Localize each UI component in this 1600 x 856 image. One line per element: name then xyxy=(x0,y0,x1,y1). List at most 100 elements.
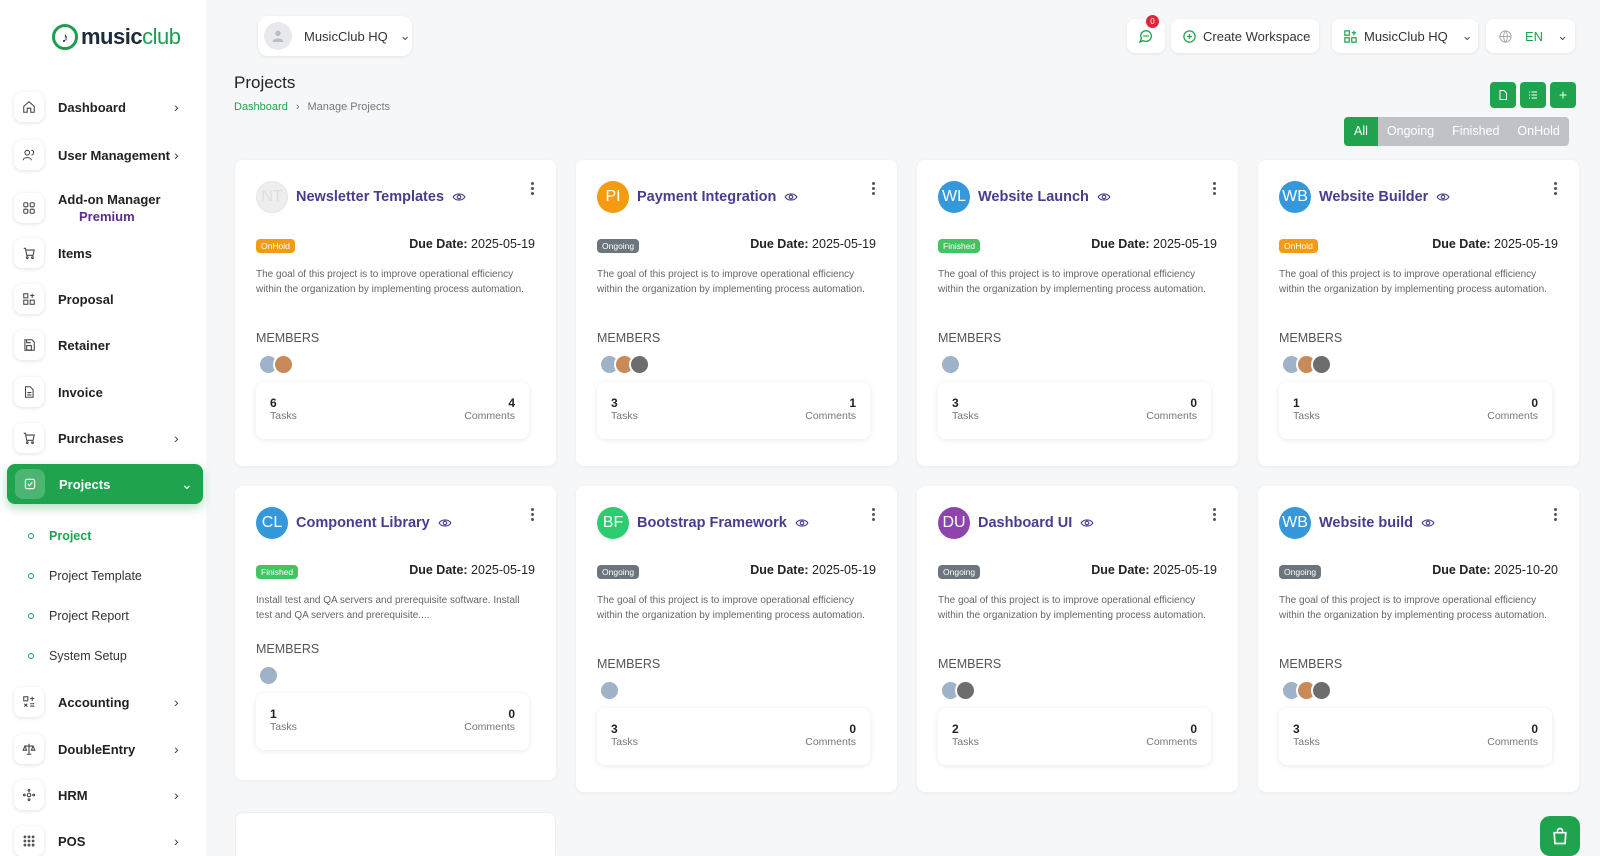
sidebar-subitem-project-report[interactable]: Project Report xyxy=(28,609,129,623)
avatar[interactable] xyxy=(629,354,650,375)
eye-icon[interactable] xyxy=(1436,190,1450,204)
avatar[interactable] xyxy=(940,354,961,375)
avatar[interactable] xyxy=(599,680,620,701)
comments-label: Comments xyxy=(805,410,856,422)
member-avatars xyxy=(1281,680,1332,701)
tasks-stat: 3 Tasks xyxy=(952,396,979,422)
logo[interactable]: ♪ musicclub xyxy=(52,24,181,50)
avatar[interactable] xyxy=(1311,354,1332,375)
chevron-right-icon: › xyxy=(174,147,179,163)
avatar[interactable] xyxy=(955,680,976,701)
list-view-button[interactable] xyxy=(1520,82,1546,108)
project-title-link[interactable]: Payment Integration xyxy=(637,189,776,205)
sidebar-item-proposal[interactable]: Proposal xyxy=(12,278,196,320)
eye-icon[interactable] xyxy=(784,190,798,204)
avatar[interactable] xyxy=(273,354,294,375)
project-title-link[interactable]: Newsletter Templates xyxy=(296,189,444,205)
sidebar-item-doubleentry[interactable]: DoubleEntry › xyxy=(12,728,196,770)
sidebar-item-purchases[interactable]: Purchases › xyxy=(12,417,196,459)
filter-finished[interactable]: Finished xyxy=(1443,117,1508,146)
more-options-icon[interactable] xyxy=(872,182,875,195)
project-title-link[interactable]: Website Launch xyxy=(978,189,1089,205)
project-stats: 3 Tasks 0 Comments xyxy=(938,382,1211,439)
eye-icon[interactable] xyxy=(1421,516,1435,530)
sidebar-item-invoice[interactable]: Invoice xyxy=(12,371,196,413)
sidebar-item-accounting[interactable]: Accounting › xyxy=(12,681,196,723)
logo-text-light: club xyxy=(142,24,181,49)
more-options-icon[interactable] xyxy=(1554,182,1557,195)
due-date-value: 2025-05-19 xyxy=(812,563,876,577)
eye-icon[interactable] xyxy=(452,190,466,204)
chevron-right-icon: › xyxy=(174,694,179,710)
eye-icon[interactable] xyxy=(1080,516,1094,530)
language-selector[interactable]: EN ⌄ xyxy=(1486,19,1575,53)
due-date-value: 2025-05-19 xyxy=(1494,237,1558,251)
users-icon xyxy=(14,140,44,170)
language-label: EN xyxy=(1525,28,1544,44)
project-title-link[interactable]: Website build xyxy=(1319,515,1413,531)
tasks-label: Tasks xyxy=(270,721,297,733)
project-card[interactable]: WL Website Launch Finished Due Date: 202… xyxy=(917,160,1238,466)
project-title-link[interactable]: Bootstrap Framework xyxy=(637,515,787,531)
avatar[interactable] xyxy=(1311,680,1332,701)
project-card[interactable]: CL Component Library Finished Due Date: … xyxy=(235,486,556,780)
cart-button[interactable] xyxy=(1540,816,1580,856)
chevron-down-icon: ⌄ xyxy=(1557,28,1568,43)
sidebar-subitem-project[interactable]: Project xyxy=(28,529,91,543)
filter-all[interactable]: All xyxy=(1344,117,1378,146)
workspace-switch-button[interactable]: MusicClub HQ ⌄ xyxy=(1332,19,1478,53)
more-options-icon[interactable] xyxy=(872,508,875,521)
chat-notification-button[interactable]: 0 xyxy=(1127,15,1165,53)
breadcrumb-dashboard-link[interactable]: Dashboard xyxy=(234,101,288,113)
more-options-icon[interactable] xyxy=(1554,508,1557,521)
project-header: BF Bootstrap Framework xyxy=(597,507,809,539)
due-date-label: Due Date: xyxy=(1091,563,1150,577)
sidebar-item-addon-manager[interactable]: Add-on Manager Premium xyxy=(12,186,196,230)
more-options-icon[interactable] xyxy=(531,182,534,195)
create-workspace-button[interactable]: Create Workspace xyxy=(1171,19,1319,53)
filter-ongoing[interactable]: Ongoing xyxy=(1378,117,1443,146)
eye-icon[interactable] xyxy=(1097,190,1111,204)
tasks-count: 3 xyxy=(611,722,618,736)
due-date-value: 2025-05-19 xyxy=(812,237,876,251)
file-icon xyxy=(1499,90,1507,100)
sidebar-subitem-project-template[interactable]: Project Template xyxy=(28,569,142,583)
project-card[interactable]: DU Dashboard UI Ongoing Due Date: 2025-0… xyxy=(917,486,1238,792)
more-options-icon[interactable] xyxy=(1213,508,1216,521)
more-options-icon[interactable] xyxy=(531,508,534,521)
filter-onhold[interactable]: OnHold xyxy=(1508,117,1568,146)
workspace-selector[interactable]: MusicClub HQ ⌄ xyxy=(258,16,412,56)
more-options-icon[interactable] xyxy=(1213,182,1216,195)
sidebar-item-pos[interactable]: POS › xyxy=(12,820,196,856)
project-title-link[interactable]: Dashboard UI xyxy=(978,515,1072,531)
project-stats: 3 Tasks 0 Comments xyxy=(1279,708,1552,765)
sidebar-item-dashboard[interactable]: Dashboard › xyxy=(12,86,196,128)
create-project-button[interactable] xyxy=(1550,82,1576,108)
sidebar: ♪ musicclub Dashboard › User Management … xyxy=(0,0,206,856)
eye-icon[interactable] xyxy=(438,516,452,530)
tasks-stat: 6 Tasks xyxy=(270,396,297,422)
comments-stat: 0 Comments xyxy=(1487,722,1538,748)
project-card[interactable]: BF Bootstrap Framework Ongoing Due Date:… xyxy=(576,486,897,792)
user-avatar-icon xyxy=(264,22,292,50)
sidebar-item-hrm[interactable]: HRM › xyxy=(12,774,196,816)
project-card[interactable]: NT Newsletter Templates OnHold Due Date:… xyxy=(235,160,556,466)
sidebar-item-user-management[interactable]: User Management › xyxy=(12,134,196,176)
project-card[interactable]: WB Website Builder OnHold Due Date: 2025… xyxy=(1258,160,1579,466)
project-card[interactable]: WB Website build Ongoing Due Date: 2025-… xyxy=(1258,486,1579,792)
comments-label: Comments xyxy=(464,410,515,422)
project-title-link[interactable]: Component Library xyxy=(296,515,430,531)
sidebar-subitem-system-setup[interactable]: System Setup xyxy=(28,649,127,663)
export-file-button[interactable] xyxy=(1490,82,1516,108)
tasks-label: Tasks xyxy=(952,736,979,748)
sidebar-item-projects[interactable]: Projects ⌄ xyxy=(7,464,203,504)
check-square-icon xyxy=(15,469,45,499)
project-card[interactable]: PI Payment Integration Ongoing Due Date:… xyxy=(576,160,897,466)
avatar[interactable] xyxy=(258,665,279,686)
project-title-link[interactable]: Website Builder xyxy=(1319,189,1428,205)
sidebar-item-retainer[interactable]: Retainer xyxy=(12,324,196,366)
eye-icon[interactable] xyxy=(795,516,809,530)
proposal-icon xyxy=(14,284,44,314)
sidebar-item-items[interactable]: Items xyxy=(12,232,196,274)
project-avatar: DU xyxy=(938,507,970,539)
